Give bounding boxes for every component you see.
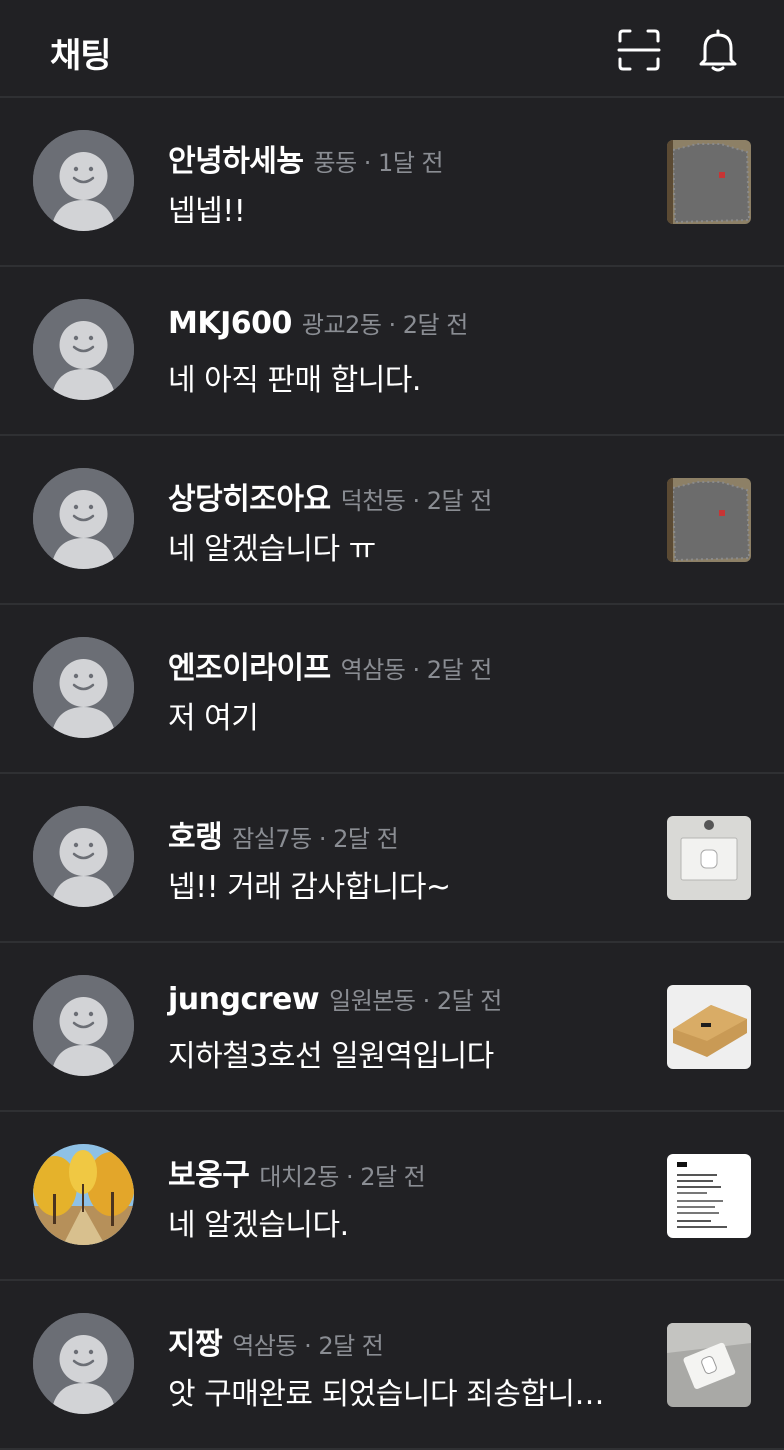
chat-row[interactable]: 지짱 역삼동 · 2달 전앗 구매완료 되었습니다 죄송합니… xyxy=(0,1281,784,1450)
chat-location-time: 잠실7동 · 2달 전 xyxy=(232,825,399,853)
chat-location-time: 일원본동 · 2달 전 xyxy=(329,987,502,1015)
chat-row[interactable]: 호랭 잠실7동 · 2달 전넵!! 거래 감사합니다~ xyxy=(0,774,784,943)
chat-location-time: 덕천동 · 2달 전 xyxy=(340,487,493,515)
chat-location-time: 대치2동 · 2달 전 xyxy=(259,1163,426,1191)
chat-last-message: 저 여기 xyxy=(168,701,259,736)
chat-row[interactable]: 상당히조아요 덕천동 · 2달 전네 알겠습니다 ㅠ xyxy=(0,436,784,605)
page-title: 채팅 xyxy=(50,36,112,76)
chat-last-message: 네 알겠습니다. xyxy=(168,1208,349,1243)
item-thumbnail xyxy=(667,478,751,562)
chat-last-message: 앗 구매완료 되었습니다 죄송합니… xyxy=(168,1377,605,1412)
notifications-button[interactable] xyxy=(690,22,746,78)
default-avatar[interactable] xyxy=(33,299,134,400)
item-thumbnail xyxy=(667,140,751,224)
default-avatar[interactable] xyxy=(33,975,134,1076)
item-thumbnail xyxy=(667,816,751,900)
chat-header-line: 지짱 역삼동 · 2달 전 xyxy=(168,1319,384,1363)
chat-header-line: MKJ600 광교2동 · 2달 전 xyxy=(168,305,468,341)
chat-list: 안녕하세뇽 풍동 · 1달 전넵넵!! MKJ600 광교2동 · 2달 전네 아직 … xyxy=(0,98,784,1450)
chat-user-name: 상당히조아요 xyxy=(168,482,331,517)
chat-user-name: 호랭 xyxy=(168,820,223,855)
chat-row[interactable]: 안녕하세뇽 풍동 · 1달 전넵넵!! xyxy=(0,98,784,267)
chat-last-message: 넵!! 거래 감사합니다~ xyxy=(168,870,451,905)
chat-user-name: 보옹구 xyxy=(168,1158,250,1193)
chat-last-message: 넵넵!! xyxy=(168,194,246,229)
chat-row[interactable]: MKJ600 광교2동 · 2달 전네 아직 판매 합니다. xyxy=(0,267,784,436)
chat-user-name: MKJ600 xyxy=(168,306,292,341)
chat-last-message: 지하철3호선 일원역입니다 xyxy=(168,1039,494,1074)
item-thumbnail xyxy=(667,985,751,1069)
default-avatar[interactable] xyxy=(33,130,134,231)
chat-last-message: 네 아직 판매 합니다. xyxy=(168,363,421,398)
chat-header-line: 엔조이라이프 역삼동 · 2달 전 xyxy=(168,643,492,687)
chat-location-time: 역삼동 · 2달 전 xyxy=(340,656,493,684)
chat-row[interactable]: 보옹구 대치2동 · 2달 전네 알겠습니다. xyxy=(0,1112,784,1281)
chat-user-name: 엔조이라이프 xyxy=(168,651,331,686)
chat-user-name: 지짱 xyxy=(168,1327,223,1362)
chat-header-line: 안녕하세뇽 풍동 · 1달 전 xyxy=(168,136,444,180)
chat-header-line: 호랭 잠실7동 · 2달 전 xyxy=(168,812,399,856)
chat-location-time: 역삼동 · 2달 전 xyxy=(232,1332,384,1360)
chat-row[interactable]: 엔조이라이프 역삼동 · 2달 전저 여기 xyxy=(0,605,784,774)
chat-row[interactable]: jungcrew 일원본동 · 2달 전지하철3호선 일원역입니다 xyxy=(0,943,784,1112)
user-avatar-photo[interactable] xyxy=(33,1144,134,1245)
default-avatar[interactable] xyxy=(33,806,134,907)
chat-header-line: 상당히조아요 덕천동 · 2달 전 xyxy=(168,474,492,518)
qr-scan-button[interactable] xyxy=(611,22,667,78)
default-avatar[interactable] xyxy=(33,1313,134,1414)
qr-scan-icon xyxy=(617,29,661,71)
chat-user-name: 안녕하세뇽 xyxy=(168,144,304,179)
chat-last-message: 네 알겠습니다 ㅠ xyxy=(168,532,376,567)
item-thumbnail xyxy=(667,1154,751,1238)
app-header: 채팅 xyxy=(0,0,784,98)
chat-user-name: jungcrew xyxy=(168,982,320,1017)
item-thumbnail xyxy=(667,1323,751,1407)
default-avatar[interactable] xyxy=(33,637,134,738)
bell-icon xyxy=(699,29,737,72)
chat-location-time: 광교2동 · 2달 전 xyxy=(301,311,468,339)
chat-location-time: 풍동 · 1달 전 xyxy=(313,149,444,177)
chat-header-line: jungcrew 일원본동 · 2달 전 xyxy=(168,981,502,1017)
default-avatar[interactable] xyxy=(33,468,134,569)
chat-header-line: 보옹구 대치2동 · 2달 전 xyxy=(168,1150,426,1194)
